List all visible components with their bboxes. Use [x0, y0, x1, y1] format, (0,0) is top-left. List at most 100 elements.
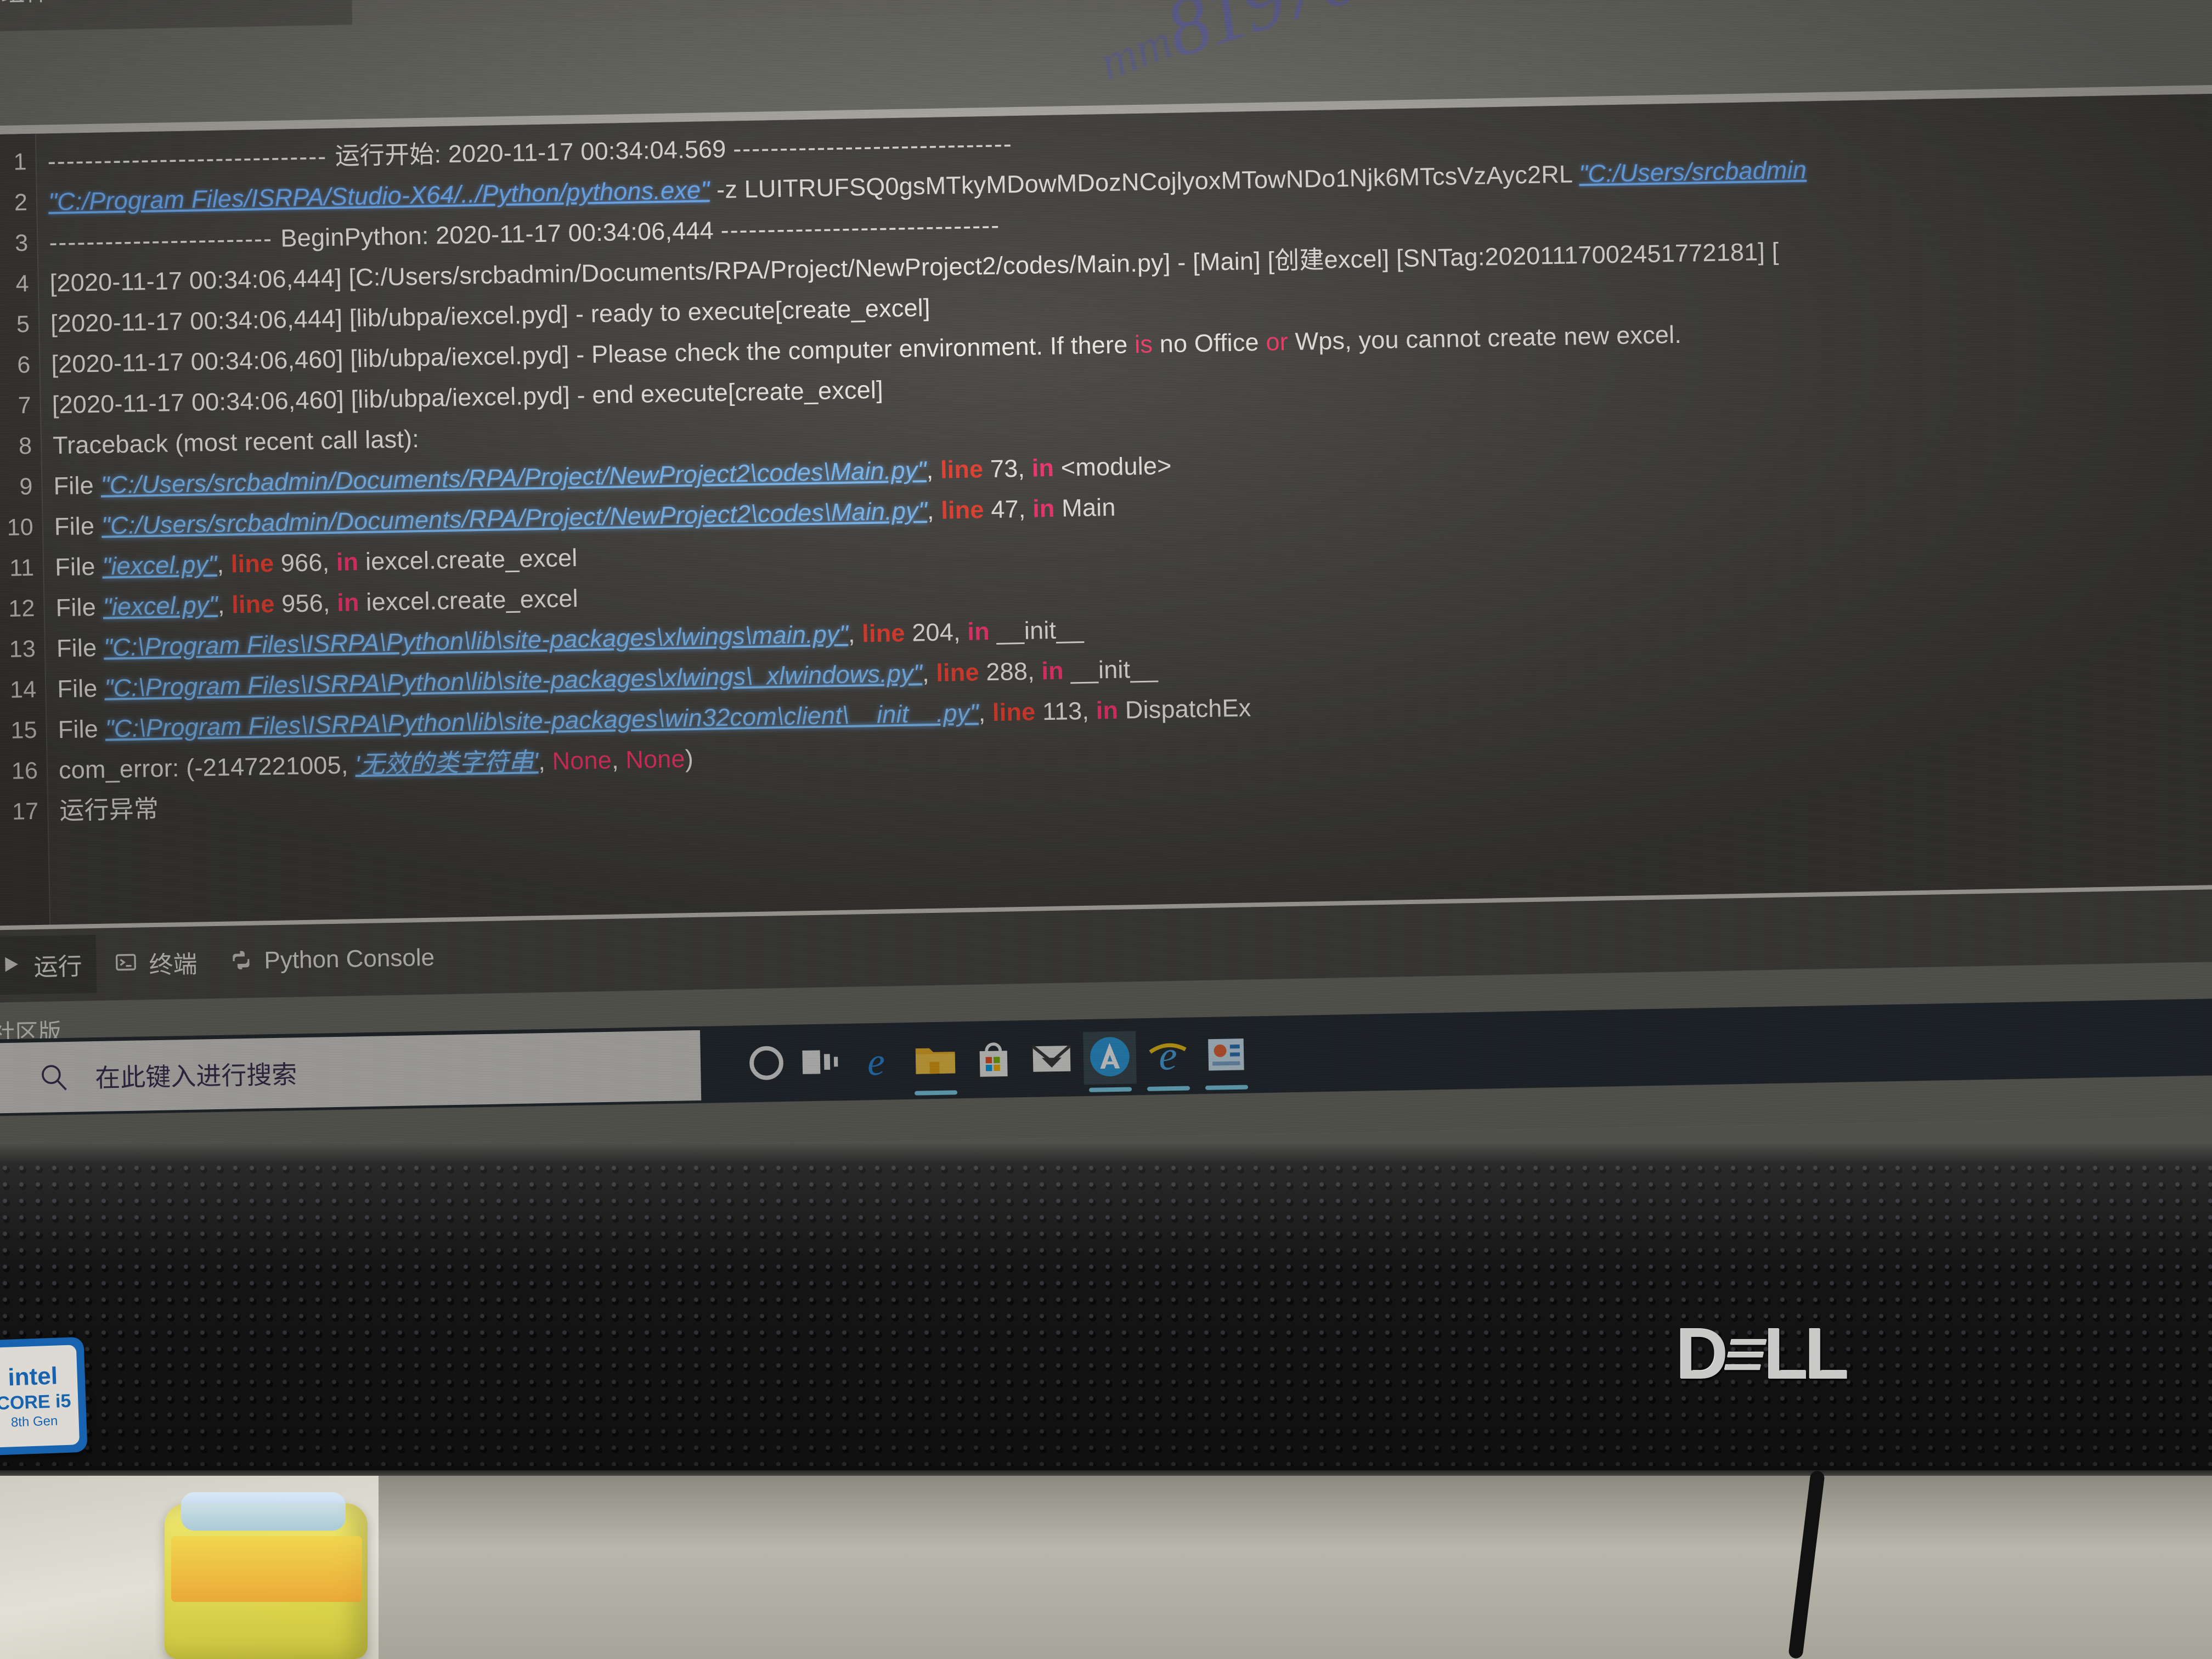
- console-text-segment: BeginPython: 2020-11-17 00:34:06,444: [280, 216, 721, 252]
- taskbar-search-box[interactable]: 在此键入进行搜索: [0, 1030, 702, 1114]
- console-text-segment: Main: [1054, 493, 1116, 522]
- dell-logo: D≡LL: [1676, 1313, 1849, 1394]
- console-text-segment: Traceback (most recent call last):: [52, 425, 420, 460]
- console-text-segment: in: [1096, 696, 1119, 725]
- python-icon: [230, 949, 255, 974]
- cortana-icon: [742, 1039, 791, 1090]
- isrpa-studio-icon: [1086, 1032, 1134, 1084]
- console-text-segment: com_error: (-2147221005,: [58, 751, 356, 785]
- tool-tab-python-console[interactable]: Python Console: [216, 928, 450, 991]
- taskbar-item-task-view[interactable]: [793, 1036, 847, 1090]
- console-text-segment: ,: [216, 550, 232, 578]
- tool-tab-运行[interactable]: 运行: [0, 934, 97, 995]
- console-text-segment: in: [336, 548, 359, 576]
- taskbar-running-indicator: [1147, 1086, 1190, 1091]
- bottle-cap: [181, 1492, 346, 1531]
- intel-core-line: CORE i5: [0, 1390, 72, 1414]
- console-line-number: 13: [9, 635, 36, 663]
- taskbar-running-indicator: [1205, 1085, 1249, 1090]
- console-text-segment: File: [58, 714, 106, 744]
- console-text-segment: __init__: [1063, 654, 1159, 685]
- tool-tab-终端[interactable]: 终端: [100, 933, 212, 993]
- console-text-segment: line: [992, 697, 1036, 726]
- console-text-segment: line: [940, 495, 985, 524]
- console-text-segment: 966,: [273, 548, 337, 577]
- console-text-segment: ------------------------------: [720, 211, 1001, 244]
- console-text-segment: File: [53, 471, 101, 500]
- console-line-number: 11: [9, 554, 35, 582]
- console-line-number: 7: [18, 392, 32, 419]
- console-text-segment: ,: [538, 747, 553, 776]
- handwriting-annotation: 81970: [1154, 0, 1368, 75]
- console-text-segment: iexcel.create_excel: [358, 543, 578, 576]
- file-path-link[interactable]: "iexcel.py": [103, 591, 218, 621]
- console-text-segment: line: [230, 549, 274, 578]
- console-text-segment: DispatchEx: [1118, 693, 1251, 724]
- taskbar-item-mail[interactable]: [1025, 1032, 1079, 1086]
- taskbar-item-internet-explorer[interactable]: e: [1141, 1030, 1195, 1084]
- console-line-number: 2: [14, 189, 28, 216]
- console-text-segment: 956,: [274, 588, 337, 618]
- console-line-number: 5: [16, 311, 30, 338]
- taskbar-item-cortana[interactable]: [740, 1037, 793, 1091]
- console-text-segment: ,: [217, 590, 232, 619]
- tool-tab-label: Python Console: [264, 944, 435, 974]
- taskbar-item-file-explorer[interactable]: [909, 1034, 962, 1088]
- console-line-number: 15: [10, 716, 38, 744]
- console-text-segment: File: [55, 592, 104, 622]
- console-line-number: 6: [16, 352, 31, 379]
- console-text-segment: ): [685, 744, 694, 773]
- console-text-segment: File: [54, 552, 103, 582]
- file-path-link[interactable]: "C:/Program Files/ISRPA/Studio-X64/../Py…: [48, 176, 710, 216]
- file-path-link[interactable]: "iexcel.py": [102, 550, 217, 580]
- console-line-number: 4: [15, 270, 30, 297]
- console-line-number: 14: [9, 676, 37, 703]
- task-view-icon: [796, 1038, 844, 1089]
- console-text-segment: ,: [848, 619, 862, 648]
- taskbar-item-edge[interactable]: e: [849, 1035, 903, 1089]
- console-text-segment: iexcel.create_excel: [359, 584, 579, 617]
- search-icon: [42, 1065, 67, 1091]
- console-text-segment: in: [336, 588, 360, 617]
- console-text-segment: ,: [978, 698, 993, 727]
- taskbar-running-indicator: [1088, 1087, 1132, 1092]
- console-text-segment: in: [1041, 656, 1064, 685]
- console-text-segment: File: [57, 674, 105, 703]
- file-path-link[interactable]: "C:\Program Files\ISRPA\Python\lib\site-…: [103, 620, 848, 662]
- taskbar-item-isrpa-studio[interactable]: [1083, 1031, 1137, 1085]
- file-path-link[interactable]: "C:/Users/srcbadmin: [1579, 156, 1807, 188]
- console-text-segment: 运行异常: [59, 794, 159, 825]
- panel-title: 组件: [0, 0, 50, 8]
- play-icon: [0, 953, 24, 978]
- console-text-segment: is: [1134, 330, 1153, 359]
- console-text-segment: in: [1032, 494, 1056, 523]
- ide-top-strip-lower: [351, 0, 2212, 25]
- file-explorer-icon: [911, 1036, 960, 1087]
- file-path-link[interactable]: '无效的类字符串': [355, 747, 539, 778]
- console-text-segment: File: [54, 511, 102, 541]
- bezel-sheen: [0, 1163, 2212, 1470]
- run-console-panel[interactable]: 1 ------------------------------ 运行开始: 20…: [0, 92, 2212, 930]
- console-line-number: 16: [11, 757, 38, 785]
- taskbar-search-placeholder: 在此键入进行搜索: [94, 1060, 297, 1093]
- microsoft-store-icon: [969, 1035, 1018, 1086]
- handwriting-annotation-2: mm: [1091, 12, 1180, 91]
- taskbar-item-office-app[interactable]: [1199, 1029, 1253, 1082]
- console-text-segment: 288,: [979, 657, 1042, 686]
- bottle-label: [171, 1536, 362, 1602]
- ide-top-bar: 组件: [0, 0, 2212, 32]
- console-text-segment: or: [1265, 327, 1289, 356]
- intel-brand: intel: [7, 1362, 58, 1391]
- console-line-number: 10: [7, 514, 34, 541]
- taskbar-item-microsoft-store[interactable]: [967, 1033, 1020, 1087]
- console-text-segment: ------------------------------: [47, 142, 336, 176]
- console-text-segment: ,: [926, 455, 941, 484]
- console-line-number: 9: [19, 473, 33, 500]
- edge-icon: e: [852, 1037, 900, 1088]
- console-text-segment: 113,: [1035, 696, 1097, 726]
- console-text-segment: ,: [927, 496, 941, 525]
- console-text-segment: no Office: [1152, 328, 1266, 358]
- console-text-segment: __init__: [989, 615, 1085, 646]
- console-text-segment: <module>: [1053, 451, 1172, 482]
- console-text-segment: ,: [611, 746, 626, 774]
